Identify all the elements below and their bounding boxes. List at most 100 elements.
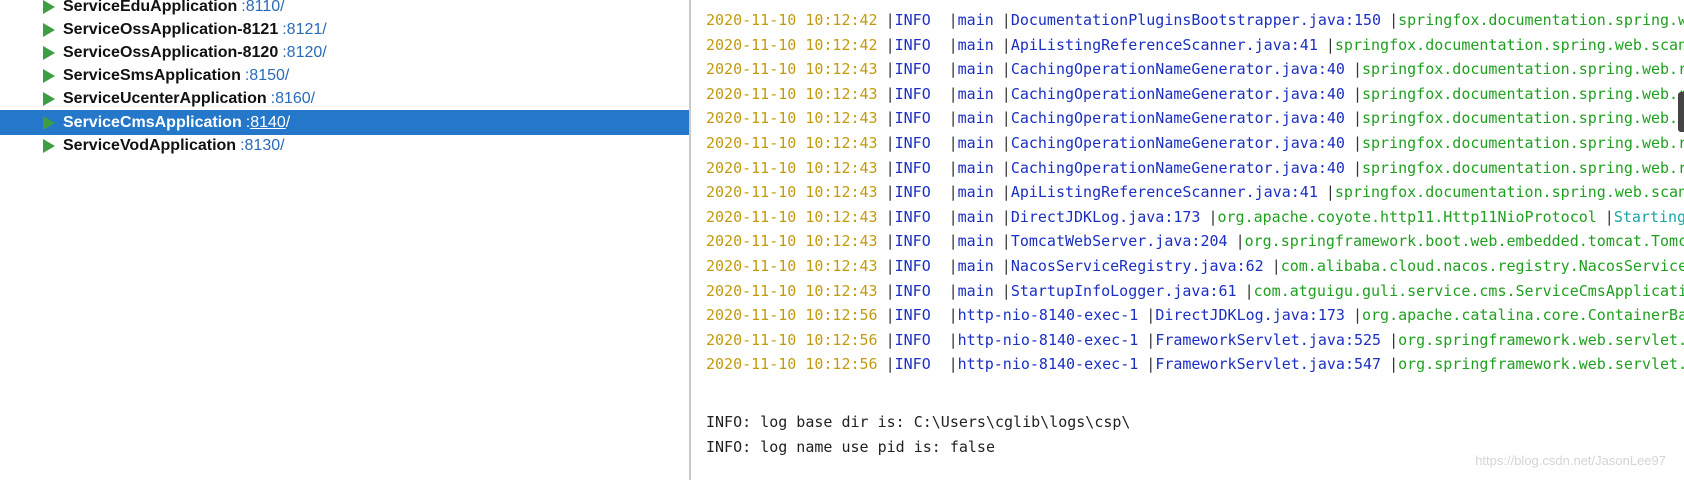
service-item[interactable]: ServiceOssApplication-8120:8120/ bbox=[0, 40, 690, 65]
run-triangle-icon[interactable] bbox=[43, 0, 55, 14]
log-level: INFO bbox=[894, 355, 931, 374]
service-port[interactable]: :8120/ bbox=[282, 44, 327, 62]
service-item[interactable]: ServiceCmsApplication:8140/ bbox=[0, 110, 690, 135]
console-text-line: INFO: log name use pid is: false bbox=[706, 437, 995, 456]
run-triangle-icon[interactable] bbox=[43, 22, 55, 37]
log-separator: | bbox=[885, 84, 895, 103]
log-thread: main bbox=[957, 257, 994, 275]
log-location: FrameworkServlet.java:547 bbox=[1155, 355, 1382, 374]
log-level: INFO bbox=[894, 60, 931, 79]
service-port[interactable]: :8160/ bbox=[271, 90, 316, 108]
log-level: INFO bbox=[894, 306, 931, 325]
log-line: 2020-11-10 10:12:43 |INFO |main |ApiListing… bbox=[706, 180, 1684, 204]
log-location: ApiListingReferenceScanner.java:41 bbox=[1010, 183, 1318, 202]
log-line: 2020-11-10 10:12:56 |INFO |http-nio-8140-e… bbox=[706, 352, 1684, 376]
service-item[interactable]: ServiceEduApplication:8110/ bbox=[0, 0, 690, 19]
log-logger: org.springframework.boot.web.embedded.to… bbox=[1244, 232, 1684, 251]
log-location: CachingOperationNameGenerator.java:40 bbox=[1010, 60, 1345, 79]
service-port[interactable]: :8130/ bbox=[240, 137, 285, 155]
log-separator: | bbox=[1208, 207, 1218, 226]
log-location: CachingOperationNameGenerator.java:40 bbox=[1010, 109, 1345, 128]
log-logger: springfox.documentation.spring.web.r bbox=[1361, 60, 1684, 79]
log-thread: main bbox=[957, 183, 994, 202]
run-triangle-icon[interactable] bbox=[43, 115, 55, 130]
log-level: INFO bbox=[894, 158, 931, 177]
log-line: 2020-11-10 10:12:56 |INFO |http-nio-8140-e… bbox=[706, 328, 1684, 352]
log-timestamp: 2020-11-10 10:12:43 bbox=[706, 281, 878, 300]
log-logger: springfox.documentation.spring.w bbox=[1398, 11, 1684, 29]
log-separator: | bbox=[885, 134, 895, 152]
log-separator: | bbox=[885, 109, 895, 128]
port-suffix: / bbox=[322, 20, 327, 38]
run-triangle-icon[interactable] bbox=[43, 92, 55, 107]
log-line: 2020-11-10 10:12:43 |INFO |main |CachingOpe… bbox=[706, 156, 1684, 180]
log-timestamp: 2020-11-10 10:12:56 bbox=[706, 306, 878, 325]
port-suffix: / bbox=[322, 43, 327, 61]
log-separator: | bbox=[1146, 330, 1156, 349]
log-logger: com.atguigu.guli.service.cms.ServiceCmsA… bbox=[1253, 281, 1684, 300]
log-separator: | bbox=[948, 11, 958, 29]
log-timestamp: 2020-11-10 10:12:43 bbox=[706, 158, 878, 177]
service-item[interactable]: ServiceUcenterApplication:8160/ bbox=[0, 87, 690, 112]
log-separator: | bbox=[885, 158, 895, 177]
log-separator: | bbox=[948, 134, 958, 152]
log-thread: main bbox=[957, 207, 994, 226]
log-separator: | bbox=[948, 35, 958, 54]
console-output[interactable]: 2020-11-10 10:12:42 |INFO |main |Documentat… bbox=[691, 0, 1684, 480]
service-port[interactable]: :8110/ bbox=[241, 0, 284, 16]
log-separator: | bbox=[1001, 281, 1011, 300]
console-scrollbar-thumb[interactable] bbox=[1678, 92, 1684, 132]
log-thread: main bbox=[957, 158, 994, 177]
log-separator: | bbox=[1001, 134, 1011, 152]
run-triangle-icon[interactable] bbox=[43, 138, 55, 153]
service-port[interactable]: :8140/ bbox=[246, 114, 291, 132]
log-separator: | bbox=[885, 232, 895, 251]
log-line: 2020-11-10 10:12:43 |INFO |main |NacosServi… bbox=[706, 254, 1684, 278]
log-separator: | bbox=[1389, 11, 1399, 29]
log-separator: | bbox=[948, 60, 958, 79]
run-triangle-icon[interactable] bbox=[43, 69, 55, 84]
log-timestamp: 2020-11-10 10:12:43 bbox=[706, 134, 878, 152]
service-name: ServiceOssApplication-8120 bbox=[63, 43, 279, 61]
console-text-line: INFO: log base dir is: C:\Users\cglib\lo… bbox=[706, 413, 1131, 431]
log-line: 2020-11-10 10:12:42 |INFO |main |Documentat… bbox=[706, 8, 1684, 32]
log-line: 2020-11-10 10:12:42 |INFO |main |ApiListing… bbox=[706, 33, 1684, 57]
log-separator: | bbox=[1325, 35, 1335, 54]
log-logger: com.alibaba.cloud.nacos.registry.NacosSe… bbox=[1280, 257, 1684, 275]
log-thread: http-nio-8140-exec-1 bbox=[957, 355, 1139, 374]
log-separator: | bbox=[885, 11, 895, 29]
log-timestamp: 2020-11-10 10:12:56 bbox=[706, 330, 878, 349]
log-separator: | bbox=[1001, 11, 1011, 29]
log-location: DocumentationPluginsBootstrapper.java:15… bbox=[1010, 11, 1382, 29]
log-location: ApiListingReferenceScanner.java:41 bbox=[1010, 35, 1318, 54]
log-separator: | bbox=[1352, 158, 1362, 177]
log-logger: springfox.documentation.spring.web.r bbox=[1361, 158, 1684, 177]
service-item[interactable]: ServiceSmsApplication:8150/ bbox=[0, 64, 690, 89]
service-item[interactable]: ServiceVodApplication:8130/ bbox=[0, 133, 690, 158]
log-separator: | bbox=[1352, 84, 1362, 103]
run-triangle-icon[interactable] bbox=[43, 45, 55, 60]
log-logger: org.springframework.web.servlet. bbox=[1398, 330, 1684, 349]
service-port[interactable]: :8121/ bbox=[282, 21, 327, 39]
log-thread: main bbox=[957, 84, 994, 103]
log-location: DirectJDKLog.java:173 bbox=[1010, 207, 1201, 226]
log-separator: | bbox=[948, 158, 958, 177]
log-line: 2020-11-10 10:12:56 |INFO |http-nio-8140-e… bbox=[706, 303, 1684, 327]
port-suffix: / bbox=[280, 0, 285, 15]
log-level: INFO bbox=[894, 84, 931, 103]
service-name: ServiceCmsApplication bbox=[63, 113, 242, 131]
log-separator: | bbox=[1001, 35, 1011, 54]
log-timestamp: 2020-11-10 10:12:43 bbox=[706, 84, 878, 103]
service-port[interactable]: :8150/ bbox=[245, 67, 290, 85]
log-line: 2020-11-10 10:12:43 |INFO |main |DirectJDKL… bbox=[706, 205, 1684, 229]
service-item[interactable]: ServiceOssApplication-8121:8121/ bbox=[0, 17, 690, 42]
log-line: 2020-11-10 10:12:43 |INFO |main |CachingOpe… bbox=[706, 82, 1684, 106]
log-separator: | bbox=[1001, 109, 1011, 128]
log-logger: springfox.documentation.spring.web. bbox=[1361, 109, 1679, 128]
log-thread: main bbox=[957, 232, 994, 251]
log-separator: | bbox=[885, 183, 895, 202]
log-location: CachingOperationNameGenerator.java:40 bbox=[1010, 158, 1345, 177]
log-separator: | bbox=[885, 60, 895, 79]
log-separator: | bbox=[948, 183, 958, 202]
log-separator: | bbox=[948, 330, 958, 349]
